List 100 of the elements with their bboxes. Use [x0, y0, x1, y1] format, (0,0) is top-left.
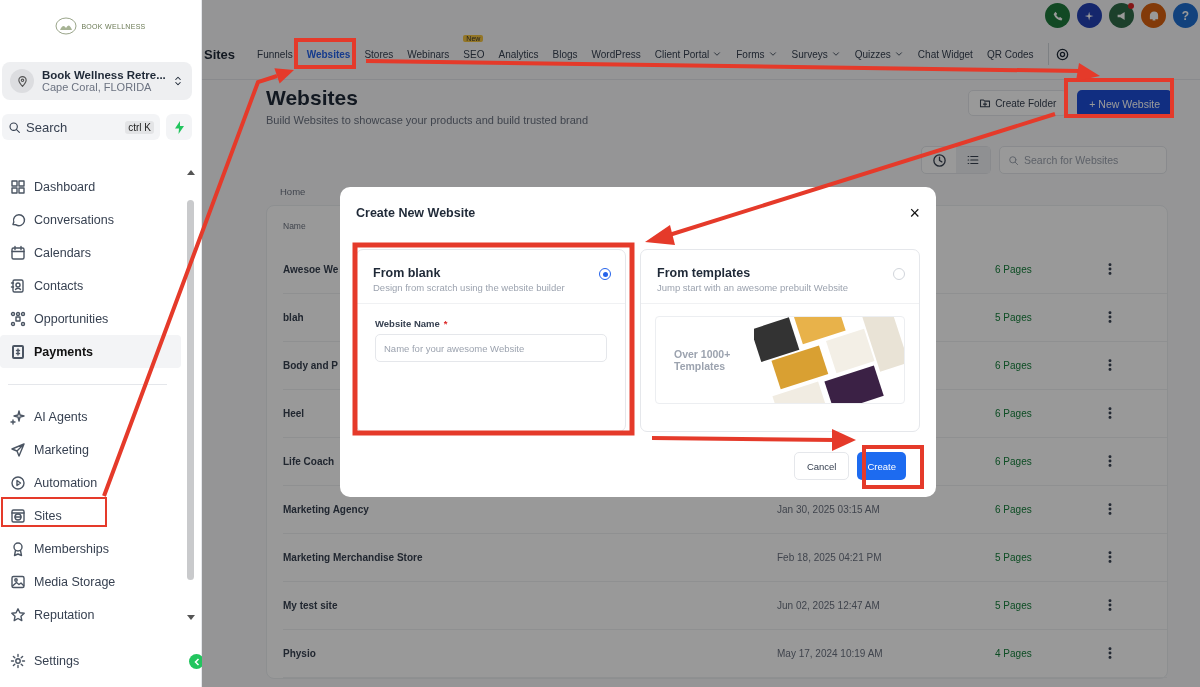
nav-tab[interactable]: QR Codes — [980, 44, 1040, 64]
option-title: From blank — [373, 266, 442, 280]
section-title: Sites — [204, 46, 236, 62]
nav-tab[interactable]: Blogs — [546, 44, 584, 64]
play-circle-icon — [10, 474, 26, 491]
settings-icon — [10, 652, 26, 669]
sidebar-item[interactable]: Payments — [0, 335, 181, 368]
page-count: 5 Pages — [995, 600, 1032, 611]
nav-tab[interactable]: Client Portal — [648, 44, 729, 64]
sidebar-item[interactable]: Calendars — [0, 236, 181, 269]
nav-tab[interactable]: Analytics — [492, 44, 545, 64]
nodes-icon — [10, 310, 26, 327]
location-switcher[interactable]: Book Wellness Retre... Cape Coral, FLORIDA — [2, 62, 192, 100]
sidebar-item[interactable]: Contacts — [0, 269, 181, 302]
search-icon — [8, 120, 21, 134]
chevron-down-icon — [712, 49, 723, 59]
sidebar-item[interactable]: AI Agents — [0, 400, 181, 433]
chevron-left-icon — [192, 657, 201, 666]
page-count: 6 Pages — [995, 408, 1032, 419]
calendar-icon — [10, 244, 26, 261]
notification-dot — [1128, 3, 1134, 9]
chevron-down-icon — [830, 49, 841, 59]
nav-tab[interactable]: Funnels — [251, 44, 299, 64]
image-icon — [10, 573, 26, 590]
page-count: 5 Pages — [995, 552, 1032, 563]
field-label: Website Name — [375, 318, 440, 329]
option-description: Design from scratch using the website builder — [373, 282, 565, 293]
page-subtitle: Build Websites to showcase your products and build trusted brand — [266, 114, 589, 126]
option-description: Jump start with an awesome prebuilt Website — [657, 282, 848, 293]
shortcut-hint: ctrl K — [125, 120, 154, 134]
website-name[interactable]: Heel — [283, 408, 305, 419]
contact-card-icon — [10, 277, 26, 294]
list-icon — [966, 153, 980, 167]
preview-caption: Over 1000+ Templates — [674, 347, 732, 373]
award-icon — [10, 540, 26, 557]
list-view-button[interactable] — [956, 147, 990, 173]
header-icon-button[interactable] — [1045, 3, 1070, 28]
cancel-button[interactable]: Cancel — [793, 452, 850, 480]
page-count: 6 Pages — [995, 456, 1032, 467]
sidebar-item[interactable]: Automation — [0, 466, 181, 499]
chevron-down-icon — [893, 49, 904, 59]
nav-tab[interactable]: WordPress — [585, 44, 647, 64]
sidebar-item[interactable]: Memberships — [0, 532, 181, 565]
sidebar-item[interactable]: Settings — [0, 644, 90, 677]
website-name[interactable]: blah — [283, 312, 304, 323]
page-title: Websites — [266, 86, 359, 110]
header-icon-button[interactable] — [1141, 3, 1166, 28]
create-button[interactable]: Create — [857, 452, 906, 480]
sidebar-item[interactable]: Dashboard — [0, 170, 181, 203]
lightning-icon — [173, 120, 185, 134]
close-button[interactable]: × — [909, 204, 920, 222]
globe-window-icon — [10, 507, 26, 524]
nav-tab[interactable]: Stores — [358, 44, 400, 64]
settings-icon — [1054, 46, 1070, 62]
highlight-frame — [862, 445, 924, 489]
sidebar-item[interactable]: Marketing — [0, 433, 181, 466]
receipt-icon — [10, 343, 26, 360]
sparkle-icon — [10, 408, 26, 425]
header-icon-button[interactable] — [1077, 3, 1102, 28]
location-address: Cape Coral, FLORIDA — [42, 81, 153, 93]
clock-icon — [931, 152, 947, 168]
quick-action-button[interactable] — [166, 114, 192, 140]
nav-tab[interactable]: Websites — [300, 44, 357, 64]
website-name-field[interactable]: Name for your awesome Website — [375, 334, 607, 362]
help-button[interactable]: ? — [1173, 3, 1198, 28]
star-icon — [10, 606, 26, 623]
nav-tab[interactable]: Webinars — [401, 44, 456, 64]
nav-tab[interactable]: Forms — [730, 44, 784, 64]
dialog-title: Create New Website — [356, 206, 476, 220]
website-name[interactable]: Marketing Merchandise Store — [283, 552, 423, 563]
sidebar-item[interactable]: Media Storage — [0, 565, 181, 598]
page-count: 4 Pages — [995, 648, 1032, 659]
option-title: From templates — [657, 266, 752, 280]
website-name[interactable]: Awesoe We — [283, 264, 339, 275]
sidebar-item[interactable]: Sites — [0, 499, 181, 532]
page-count: 6 Pages — [995, 504, 1032, 515]
website-name[interactable]: Marketing Agency — [283, 504, 369, 515]
required-mark: * — [443, 318, 448, 329]
sidebar-item[interactable]: Reputation — [0, 598, 181, 631]
sidebar-item[interactable]: Conversations — [0, 203, 181, 236]
chevron-up-down-icon — [172, 75, 184, 87]
nav-tab[interactable]: Quizzes — [848, 44, 910, 64]
website-name[interactable]: Physio — [283, 648, 316, 659]
option-card[interactable]: From templates Jump start with an awesome prebuilt Website Over 1000+ Templates — [640, 249, 920, 432]
header-icon-button[interactable] — [1109, 3, 1134, 28]
date-cell: Jun 02, 2025 12:47 AM — [777, 600, 880, 611]
website-name[interactable]: Life Coach — [283, 456, 335, 467]
date-cell: Feb 18, 2025 04:21 PM — [777, 552, 882, 563]
search-icon — [1008, 154, 1019, 166]
website-name[interactable]: Body and P — [283, 360, 338, 371]
leaf-logo-icon — [55, 17, 78, 35]
nav-tab[interactable]: Surveys — [785, 44, 847, 64]
date-cell: May 17, 2024 10:19 AM — [777, 648, 883, 659]
page-count: 6 Pages — [995, 360, 1032, 371]
sidebar-item[interactable]: Opportunities — [0, 302, 181, 335]
website-name[interactable]: My test site — [283, 600, 338, 611]
folder-plus-icon — [979, 97, 992, 109]
column-header: Name — [283, 221, 306, 231]
search-field[interactable]: Search ctrl K — [2, 114, 160, 140]
nav-tab[interactable]: Chat Widget — [911, 44, 979, 64]
